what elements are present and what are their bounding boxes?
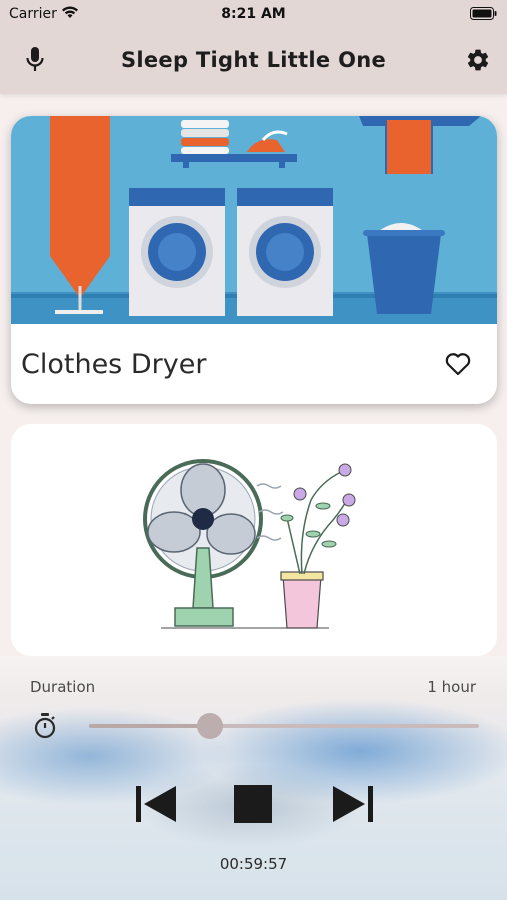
laundry-illustration (11, 116, 497, 324)
duration-slider[interactable] (89, 712, 479, 740)
heart-icon[interactable] (445, 352, 471, 376)
battery-icon (470, 7, 497, 20)
fan-illustration (11, 424, 497, 656)
page-title: Sleep Tight Little One (120, 48, 387, 72)
slider-thumb[interactable] (196, 713, 223, 739)
next-button[interactable] (331, 784, 375, 824)
slider-fill (89, 724, 210, 728)
sound-card[interactable]: Clothes Dryer (11, 116, 497, 404)
gear-icon[interactable] (465, 47, 491, 73)
stop-button[interactable] (233, 784, 273, 824)
previous-button[interactable] (134, 784, 178, 824)
timer-icon (34, 713, 56, 739)
duration-label: Duration (30, 678, 96, 696)
clock: 8:21 AM (221, 6, 286, 22)
elapsed-time: 00:59:57 (219, 855, 288, 873)
duration-value: 1 hour (427, 678, 476, 696)
status-bar: Carrier 8:21 AM (0, 0, 507, 28)
nav-bar: Sleep Tight Little One (0, 28, 507, 94)
sound-card[interactable] (11, 424, 497, 656)
sound-name: Clothes Dryer (21, 349, 207, 380)
